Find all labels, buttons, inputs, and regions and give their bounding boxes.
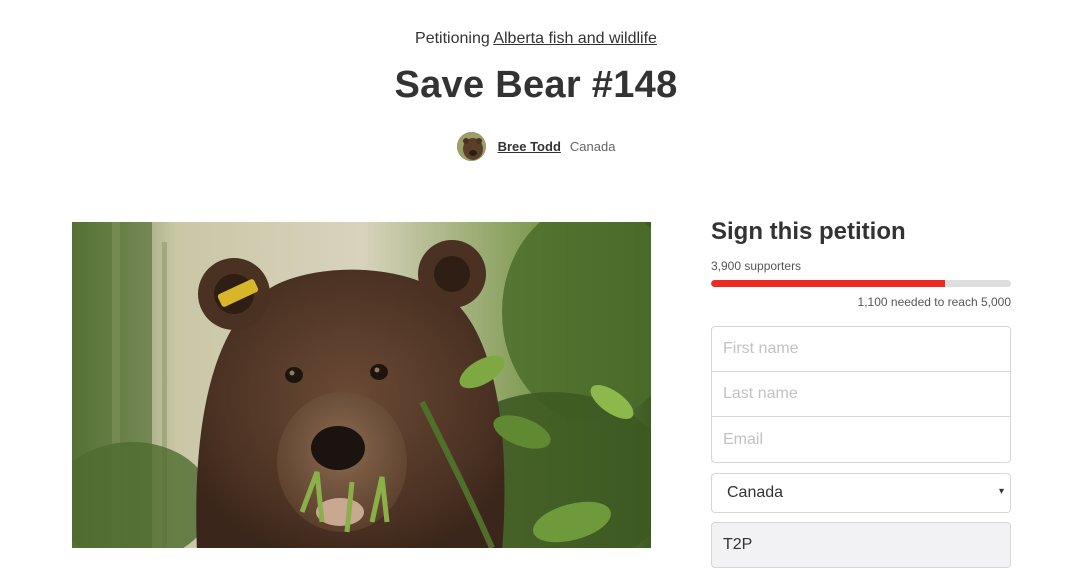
- petitioning-prefix: Petitioning: [415, 30, 490, 47]
- bear-image: [72, 222, 651, 548]
- last-name-input[interactable]: [712, 372, 1010, 417]
- author-name-link[interactable]: Bree Todd: [498, 139, 561, 154]
- author-location: Canada: [569, 139, 616, 154]
- author-avatar[interactable]: [456, 132, 486, 161]
- author-row: Bree Todd Canada: [0, 132, 1072, 161]
- progress-bar: [711, 280, 1011, 287]
- chevron-down-icon: ▾: [998, 486, 1004, 497]
- page-title: Save Bear #148: [394, 64, 678, 106]
- supporters-count: 3,900 supporters: [711, 259, 802, 273]
- country-select[interactable]: Canada ▾: [711, 473, 1011, 513]
- petitioning-line: Petitioning Alberta fish and wildlife: [0, 30, 1072, 48]
- progress-fill: [711, 280, 945, 287]
- email-input[interactable]: [712, 417, 1010, 462]
- sign-petition-panel: Sign this petition 3,900 supporters 1,10…: [711, 216, 1011, 568]
- needed-text: 1,100 needed to reach 5,000: [857, 295, 1011, 309]
- first-name-input[interactable]: [712, 327, 1010, 372]
- country-value: Canada: [727, 484, 784, 501]
- sign-title: Sign this petition: [711, 218, 906, 245]
- signer-fields: [711, 326, 1011, 463]
- postal-code-input[interactable]: [711, 522, 1011, 568]
- petition-photo: [72, 222, 651, 548]
- petition-target-link[interactable]: Alberta fish and wildlife: [493, 30, 657, 47]
